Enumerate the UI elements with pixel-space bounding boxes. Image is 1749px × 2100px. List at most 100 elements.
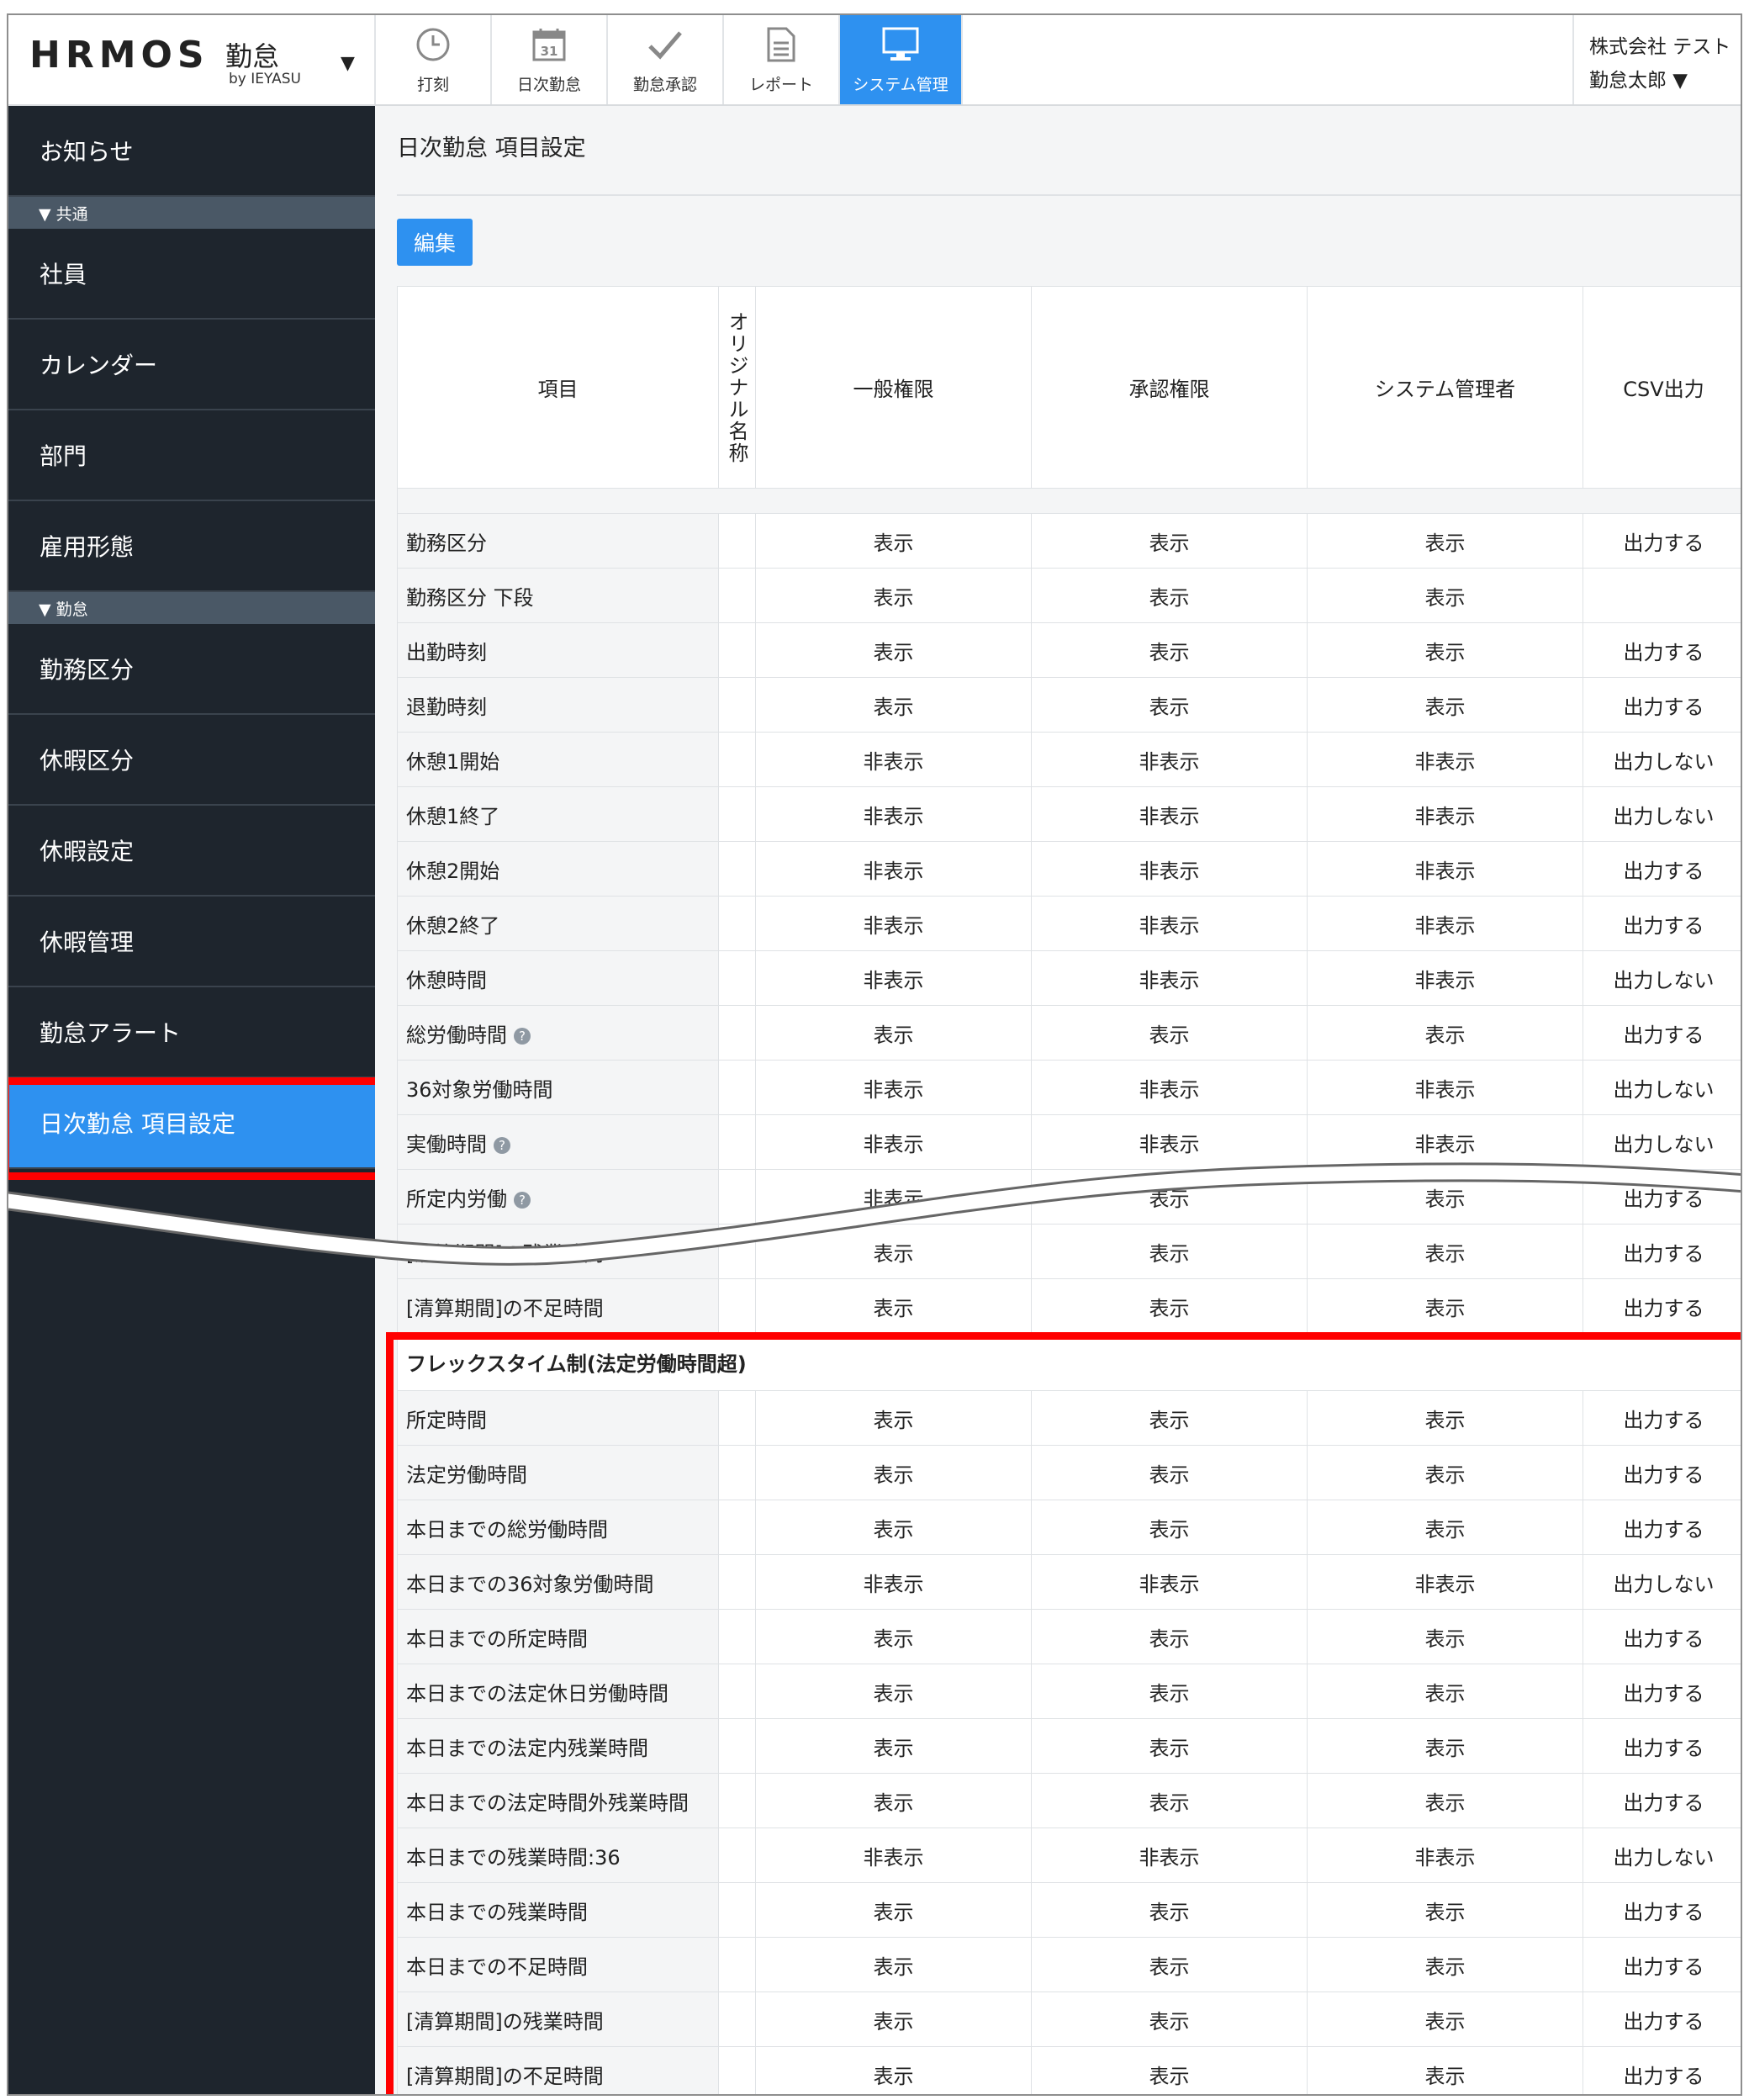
cell-general: 表示	[755, 1773, 1032, 1828]
item-label: 出勤時刻	[406, 640, 487, 664]
item-label: [清算期間]の残業時間	[406, 1241, 604, 1266]
help-icon[interactable]: ?	[514, 1191, 531, 1209]
check-icon	[648, 31, 682, 60]
cell-admin: 表示	[1307, 1882, 1583, 1938]
cell-csv: 出力する	[1583, 1224, 1741, 1279]
cell-csv: 出力しない	[1583, 732, 1741, 787]
table-row: 本日までの所定時間 表示 表示 表示 出力する	[397, 1609, 1741, 1664]
item-label: 本日までの36対象労働時間	[406, 1572, 654, 1596]
cell-approval: 非表示	[1031, 1554, 1308, 1610]
sidebar-item-alerts[interactable]: 勤怠アラート	[8, 987, 375, 1078]
cell-general: 表示	[755, 1445, 1032, 1500]
cell-approval: 表示	[1031, 1718, 1308, 1774]
nav-approval[interactable]: 勤怠承認	[608, 15, 724, 104]
help-icon[interactable]: ?	[514, 1027, 531, 1045]
item-label: [清算期間]の残業時間	[406, 2009, 604, 2034]
item-label: 本日までの法定内残業時間	[406, 1736, 648, 1760]
caret-down-icon[interactable]: ▼	[341, 53, 355, 74]
sidebar-item-leave-management[interactable]: 休暇管理	[8, 897, 375, 987]
cell-original-name	[718, 1664, 756, 1719]
cell-approval: 表示	[1031, 1773, 1308, 1828]
item-label: 所定内労働	[406, 1187, 507, 1211]
cell-general: 非表示	[755, 950, 1032, 1006]
cell-general: 非表示	[755, 1169, 1032, 1225]
cell-general: 非表示	[755, 1554, 1032, 1610]
cell-approval: 表示	[1031, 1169, 1308, 1225]
cell-approval: 表示	[1031, 2046, 1308, 2094]
table-row: [清算期間]の不足時間 表示 表示 表示 出力する	[397, 1278, 1741, 1334]
cell-approval: 表示	[1031, 677, 1308, 733]
cell-csv: 出力する	[1583, 841, 1741, 897]
page-title: 日次勤怠 項目設定	[397, 135, 586, 161]
cell-general: 表示	[755, 1390, 1032, 1446]
cell-csv: 出力する	[1583, 1664, 1741, 1719]
sidebar-section-common[interactable]: ▼ 共通	[8, 197, 375, 229]
cell-general: 表示	[755, 677, 1032, 733]
spacer-row	[397, 488, 1741, 514]
sidebar-item-employees[interactable]: 社員	[8, 229, 375, 320]
sidebar-item-notice[interactable]: お知らせ	[8, 106, 375, 197]
sidebar-item-department[interactable]: 部門	[8, 410, 375, 501]
sidebar-item-employment-type[interactable]: 雇用形態	[8, 501, 375, 592]
cell-original-name	[718, 841, 756, 897]
cell-csv: 出力する	[1583, 622, 1741, 678]
cell-approval: 表示	[1031, 513, 1308, 569]
top-header: HRMOS 勤怠 by IEYASU ▼ 打刻 31 日次勤怠 勤怠承認 レポー…	[8, 15, 1741, 106]
sidebar-item-leave-settings[interactable]: 休暇設定	[8, 806, 375, 897]
header-general: 一般権限	[755, 286, 1032, 489]
nav-report[interactable]: レポート	[724, 15, 840, 104]
cell-approval: 表示	[1031, 622, 1308, 678]
table-row: 本日までの法定内残業時間 表示 表示 表示 出力する	[397, 1718, 1741, 1774]
sidebar-item-calendar[interactable]: カレンダー	[8, 320, 375, 410]
nav-daily-attendance[interactable]: 31 日次勤怠	[492, 15, 608, 104]
cell-item-name: 本日までの残業時間	[397, 1882, 719, 1938]
user-name[interactable]: 勤怠太郎 ▼	[1589, 64, 1741, 98]
divider	[397, 194, 1741, 196]
cell-csv: 出力しない	[1583, 786, 1741, 842]
cell-original-name	[718, 786, 756, 842]
cell-item-name: 本日までの不足時間	[397, 1937, 719, 1992]
table-row: 本日までの総労働時間 表示 表示 表示 出力する	[397, 1500, 1741, 1555]
cell-approval: 表示	[1031, 1664, 1308, 1719]
item-label: 休憩1開始	[406, 749, 500, 774]
cell-csv: 出力しない	[1583, 1114, 1741, 1170]
item-label: [清算期間]の不足時間	[406, 1296, 604, 1320]
item-label: 勤務区分	[406, 531, 487, 555]
sidebar-item-leave-type[interactable]: 休暇区分	[8, 715, 375, 806]
edit-button[interactable]: 編集	[397, 219, 473, 266]
cell-item-name: [清算期間]の残業時間	[397, 1992, 719, 2047]
company-name: 株式会社 テスト	[1589, 36, 1731, 58]
cell-approval: 非表示	[1031, 896, 1308, 951]
cell-approval: 表示	[1031, 1937, 1308, 1992]
item-label: [清算期間]の不足時間	[406, 2064, 604, 2088]
help-icon[interactable]: ?	[494, 1136, 510, 1154]
cell-original-name	[718, 896, 756, 951]
cell-original-name	[718, 622, 756, 678]
sidebar-section-attendance[interactable]: ▼ 勤怠	[8, 592, 375, 624]
cell-item-name: 本日までの36対象労働時間	[397, 1554, 719, 1610]
nav-label: 日次勤怠	[516, 76, 581, 94]
brand-switcher[interactable]: HRMOS 勤怠 by IEYASU ▼	[8, 15, 376, 104]
nav-system-admin[interactable]: システム管理	[840, 15, 963, 104]
cell-csv: 出力する	[1583, 1278, 1741, 1334]
cell-admin: 表示	[1307, 1445, 1583, 1500]
nav-punch[interactable]: 打刻	[376, 15, 492, 104]
sidebar-item-work-type[interactable]: 勤務区分	[8, 624, 375, 715]
cell-admin: 表示	[1307, 1169, 1583, 1225]
user-menu[interactable]: 株式会社 テスト 勤怠太郎 ▼	[1572, 15, 1741, 104]
cell-admin: 表示	[1307, 1278, 1583, 1334]
cell-approval: 非表示	[1031, 841, 1308, 897]
monitor-icon	[882, 27, 919, 61]
table-row: 休憩1開始 非表示 非表示 非表示 出力しない	[397, 732, 1741, 787]
cell-csv: 出力する	[1583, 1718, 1741, 1774]
nav-label: 勤怠承認	[632, 76, 697, 94]
main-content: 日次勤怠 項目設定 編集 項目 オリジナル名称 一般権限 承認権限 システム管理…	[375, 106, 1741, 2094]
table-row: 本日までの残業時間:36 非表示 非表示 非表示 出力しない	[397, 1828, 1741, 1883]
cell-general: 表示	[755, 1005, 1032, 1061]
cell-general: 非表示	[755, 1060, 1032, 1115]
cell-item-name: 休憩1開始	[397, 732, 719, 787]
cell-general: 非表示	[755, 1114, 1032, 1170]
item-label: 退勤時刻	[406, 695, 487, 719]
nav-label: 打刻	[416, 76, 449, 94]
cell-original-name	[718, 1554, 756, 1610]
